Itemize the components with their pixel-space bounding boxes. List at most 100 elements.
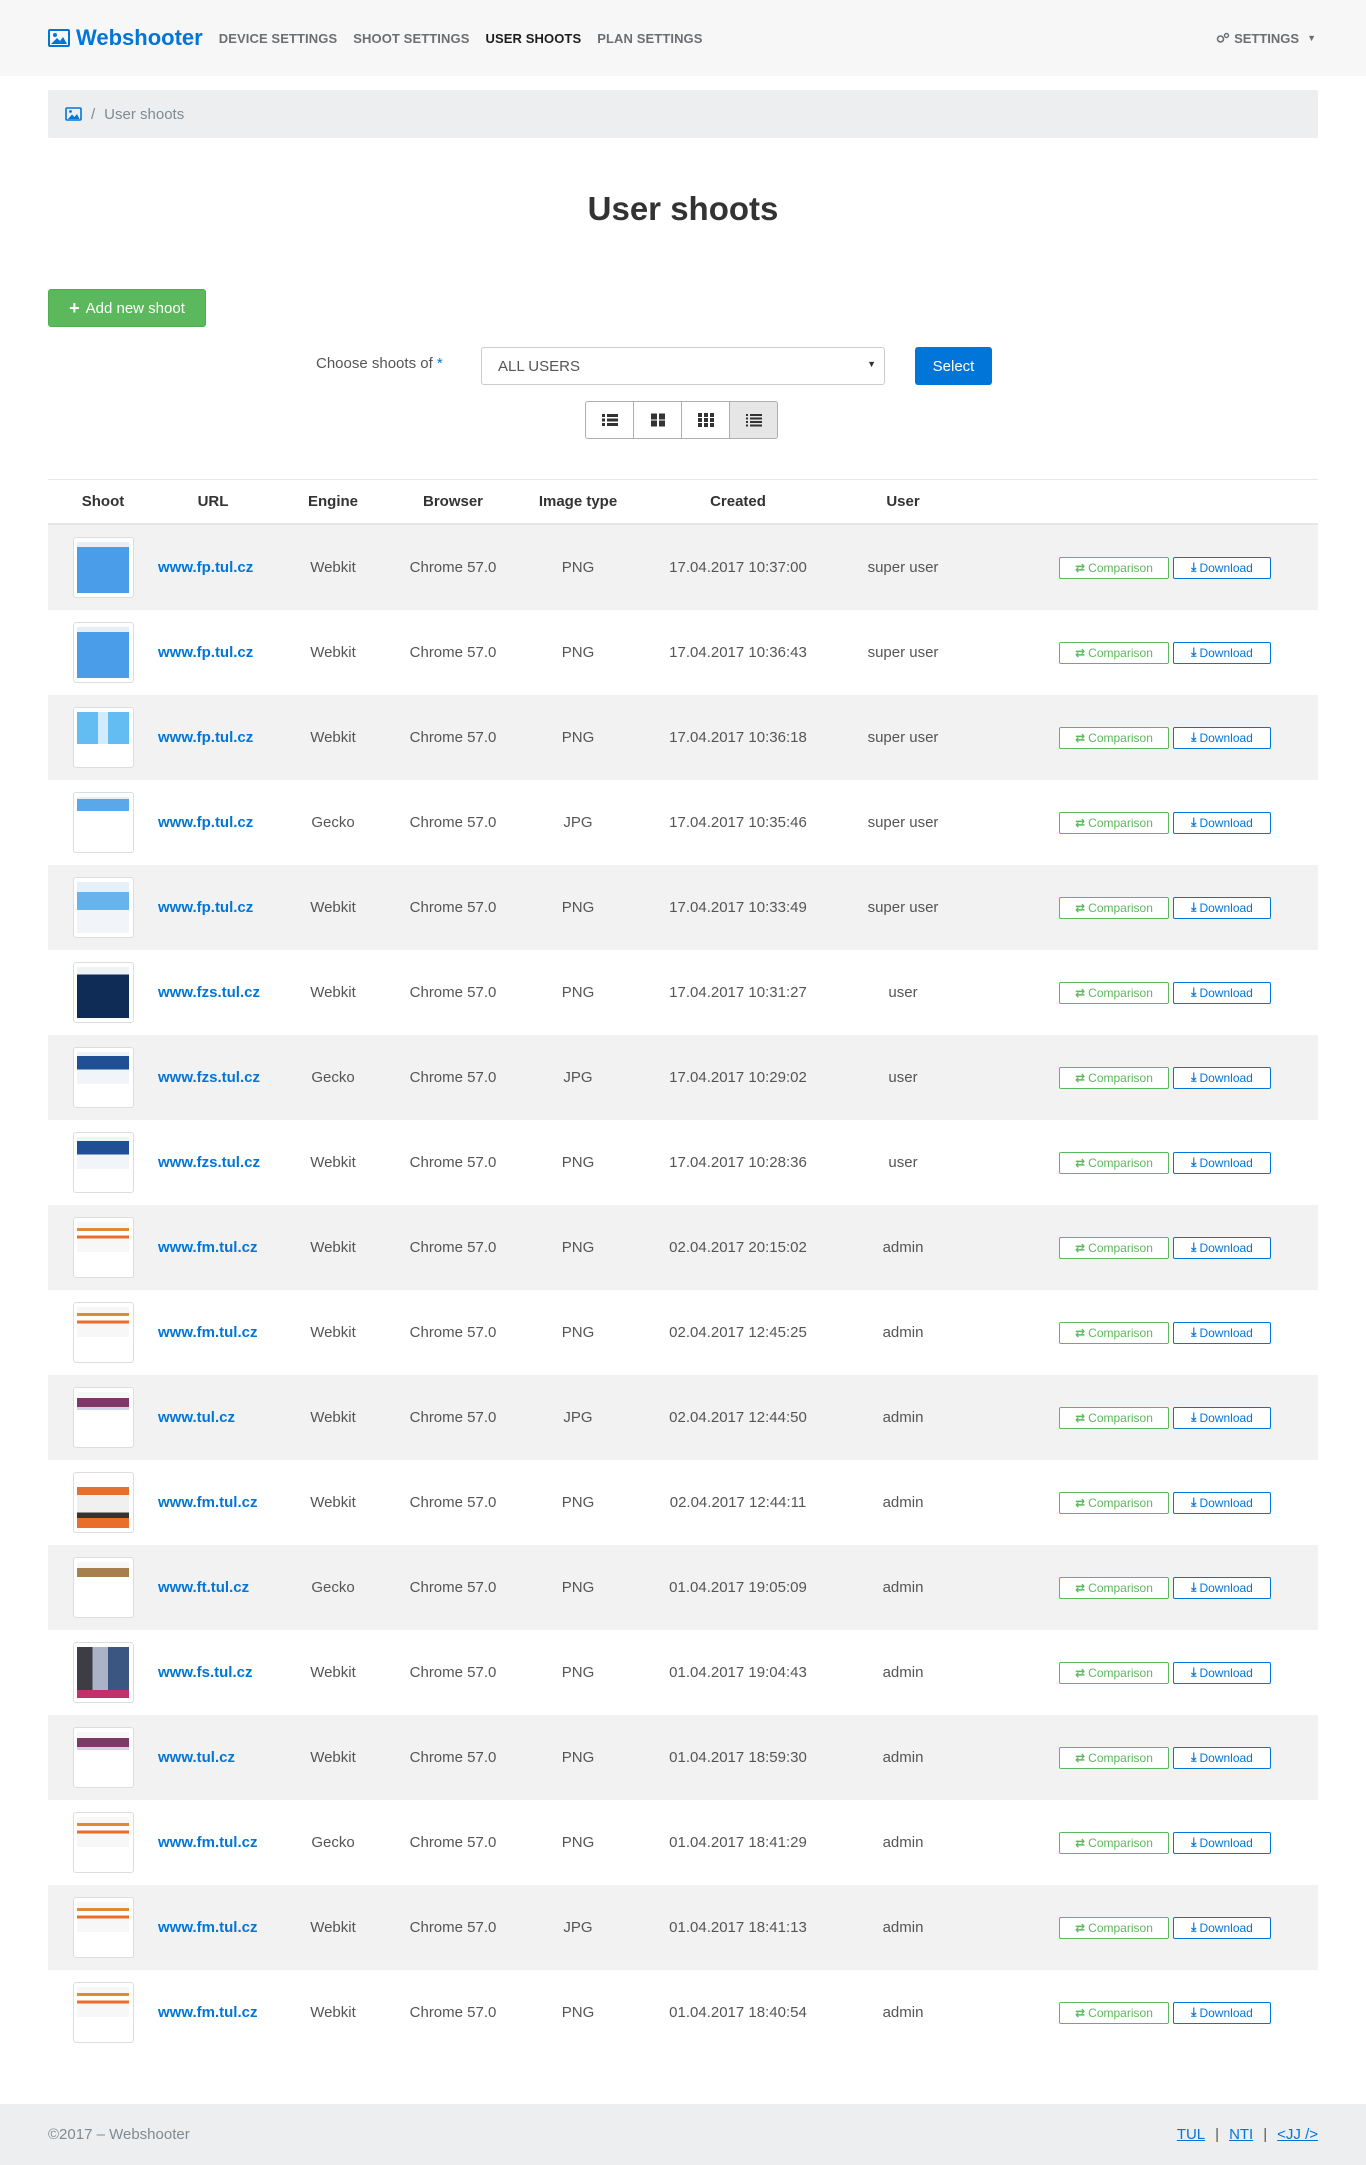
user-select[interactable]: ALL USERS ▼ bbox=[481, 347, 885, 385]
comparison-button[interactable]: ⇄ Comparison bbox=[1059, 811, 1169, 834]
download-button[interactable]: ⤓ Download bbox=[1173, 1746, 1271, 1769]
shoot-thumbnail[interactable] bbox=[72, 792, 134, 853]
download-button[interactable]: ⤓ Download bbox=[1173, 1831, 1271, 1854]
shoot-thumbnail[interactable] bbox=[72, 1387, 134, 1448]
download-button[interactable]: ⤓ Download bbox=[1173, 1661, 1271, 1684]
view-table-button[interactable] bbox=[729, 401, 778, 439]
download-button[interactable]: ⤓ Download bbox=[1173, 1151, 1271, 1174]
url-link[interactable]: www.ft.tul.cz bbox=[158, 1579, 249, 1596]
download-button[interactable]: ⤓ Download bbox=[1173, 641, 1271, 664]
comparison-button[interactable]: ⇄ Comparison bbox=[1059, 1831, 1169, 1854]
comparison-button[interactable]: ⇄ Comparison bbox=[1059, 1321, 1169, 1344]
image-type-cell: PNG bbox=[561, 559, 595, 576]
url-link[interactable]: www.fm.tul.cz bbox=[158, 1494, 257, 1511]
comparison-button[interactable]: ⇄ Comparison bbox=[1059, 726, 1169, 749]
url-link[interactable]: www.fm.tul.cz bbox=[158, 1239, 257, 1256]
shoot-thumbnail[interactable] bbox=[72, 1897, 134, 1958]
comparison-button[interactable]: ⇄ Comparison bbox=[1059, 1406, 1169, 1429]
url-link[interactable]: www.fm.tul.cz bbox=[158, 1919, 257, 1936]
url-link[interactable]: www.fzs.tul.cz bbox=[158, 1069, 260, 1086]
download-button[interactable]: ⤓ Download bbox=[1173, 981, 1271, 1004]
footer-link-jj[interactable]: <JJ /> bbox=[1277, 2126, 1318, 2143]
download-button[interactable]: ⤓ Download bbox=[1173, 1236, 1271, 1259]
comparison-button[interactable]: ⇄ Comparison bbox=[1059, 981, 1169, 1004]
nav-shoot-settings[interactable]: SHOOT SETTINGS bbox=[353, 31, 469, 46]
footer-link-tul[interactable]: TUL bbox=[1177, 2126, 1205, 2143]
url-link[interactable]: www.tul.cz bbox=[158, 1409, 235, 1426]
home-image-icon[interactable] bbox=[65, 107, 82, 121]
url-link[interactable]: www.fm.tul.cz bbox=[158, 2004, 257, 2021]
brand-link[interactable]: Webshooter bbox=[48, 25, 203, 51]
nav-device-settings[interactable]: DEVICE SETTINGS bbox=[219, 31, 338, 46]
settings-dropdown[interactable]: SETTINGS ▼ bbox=[1216, 31, 1316, 46]
url-link[interactable]: www.fzs.tul.cz bbox=[158, 1154, 260, 1171]
shoot-thumbnail[interactable] bbox=[72, 1557, 134, 1618]
shoot-thumbnail[interactable] bbox=[72, 877, 134, 938]
shoot-thumbnail[interactable] bbox=[72, 1642, 134, 1703]
download-button[interactable]: ⤓ Download bbox=[1173, 726, 1271, 749]
select-button[interactable]: Select bbox=[915, 347, 992, 385]
shoot-thumbnail[interactable] bbox=[72, 707, 134, 768]
shoot-thumbnail[interactable] bbox=[72, 962, 134, 1023]
shoot-thumbnail[interactable] bbox=[72, 1727, 134, 1788]
url-link[interactable]: www.fp.tul.cz bbox=[158, 814, 253, 831]
shoot-thumbnail[interactable] bbox=[72, 622, 134, 683]
comparison-button[interactable]: ⇄ Comparison bbox=[1059, 641, 1169, 664]
download-button[interactable]: ⤓ Download bbox=[1173, 2001, 1271, 2024]
comparison-button[interactable]: ⇄ Comparison bbox=[1059, 1661, 1169, 1684]
url-link[interactable]: www.fp.tul.cz bbox=[158, 559, 253, 576]
download-button[interactable]: ⤓ Download bbox=[1173, 1916, 1271, 1939]
comparison-button[interactable]: ⇄ Comparison bbox=[1059, 1066, 1169, 1089]
table-row: www.fm.tul.cz Webkit Chrome 57.0 PNG 01.04.2… bbox=[48, 1970, 1318, 2055]
url-link[interactable]: www.fp.tul.cz bbox=[158, 644, 253, 661]
add-new-shoot-button[interactable]: + Add new shoot bbox=[48, 289, 206, 327]
url-link[interactable]: www.tul.cz bbox=[158, 1749, 235, 1766]
image-type-cell: PNG bbox=[561, 1154, 595, 1171]
comparison-button[interactable]: ⇄ Comparison bbox=[1059, 1746, 1169, 1769]
download-button[interactable]: ⤓ Download bbox=[1173, 1491, 1271, 1514]
shoot-thumbnail[interactable] bbox=[72, 1302, 134, 1363]
browser-cell: Chrome 57.0 bbox=[409, 1409, 497, 1426]
comparison-button[interactable]: ⇄ Comparison bbox=[1059, 1491, 1169, 1514]
view-grid-small-button[interactable] bbox=[681, 401, 730, 439]
download-button[interactable]: ⤓ Download bbox=[1173, 1406, 1271, 1429]
download-button[interactable]: ⤓ Download bbox=[1173, 556, 1271, 579]
shoot-thumbnail[interactable] bbox=[72, 1472, 134, 1533]
browser-cell: Chrome 57.0 bbox=[409, 1324, 497, 1341]
url-link[interactable]: www.fp.tul.cz bbox=[158, 729, 253, 746]
url-link[interactable]: www.fs.tul.cz bbox=[158, 1664, 252, 1681]
comparison-button[interactable]: ⇄ Comparison bbox=[1059, 556, 1169, 579]
user-cell: super user bbox=[867, 729, 939, 746]
engine-cell: Webkit bbox=[310, 899, 356, 916]
comparison-button[interactable]: ⇄ Comparison bbox=[1059, 896, 1169, 919]
view-grid-large-button[interactable] bbox=[633, 401, 682, 439]
comparison-button[interactable]: ⇄ Comparison bbox=[1059, 1576, 1169, 1599]
download-button[interactable]: ⤓ Download bbox=[1173, 1066, 1271, 1089]
download-button[interactable]: ⤓ Download bbox=[1173, 811, 1271, 834]
url-link[interactable]: www.fm.tul.cz bbox=[158, 1324, 257, 1341]
url-link[interactable]: www.fm.tul.cz bbox=[158, 1834, 257, 1851]
table-row: www.fp.tul.cz Webkit Chrome 57.0 PNG 17.04.2… bbox=[48, 525, 1318, 610]
url-link[interactable]: www.fzs.tul.cz bbox=[158, 984, 260, 1001]
shoot-thumbnail[interactable] bbox=[72, 1812, 134, 1873]
url-cell: www.fm.tul.cz bbox=[158, 1834, 268, 1851]
download-button[interactable]: ⤓ Download bbox=[1173, 896, 1271, 919]
shoot-thumbnail[interactable] bbox=[72, 537, 134, 598]
nav-user-shoots[interactable]: USER SHOOTS bbox=[486, 31, 582, 46]
footer-links: TUL | NTI | <JJ /> bbox=[1177, 2126, 1318, 2143]
comparison-button[interactable]: ⇄ Comparison bbox=[1059, 1236, 1169, 1259]
view-list-button[interactable] bbox=[585, 401, 634, 439]
comparison-button[interactable]: ⇄ Comparison bbox=[1059, 2001, 1169, 2024]
download-icon: ⤓ bbox=[1191, 1580, 1197, 1594]
comparison-button[interactable]: ⇄ Comparison bbox=[1059, 1916, 1169, 1939]
comparison-button[interactable]: ⇄ Comparison bbox=[1059, 1151, 1169, 1174]
nav-plan-settings[interactable]: PLAN SETTINGS bbox=[597, 31, 702, 46]
shoot-thumbnail[interactable] bbox=[72, 1217, 134, 1278]
shoot-thumbnail[interactable] bbox=[72, 1047, 134, 1108]
url-link[interactable]: www.fp.tul.cz bbox=[158, 899, 253, 916]
footer-link-nti[interactable]: NTI bbox=[1229, 2126, 1253, 2143]
download-button[interactable]: ⤓ Download bbox=[1173, 1576, 1271, 1599]
download-button[interactable]: ⤓ Download bbox=[1173, 1321, 1271, 1344]
shoot-thumbnail[interactable] bbox=[72, 1982, 134, 2043]
shoot-thumbnail[interactable] bbox=[72, 1132, 134, 1193]
